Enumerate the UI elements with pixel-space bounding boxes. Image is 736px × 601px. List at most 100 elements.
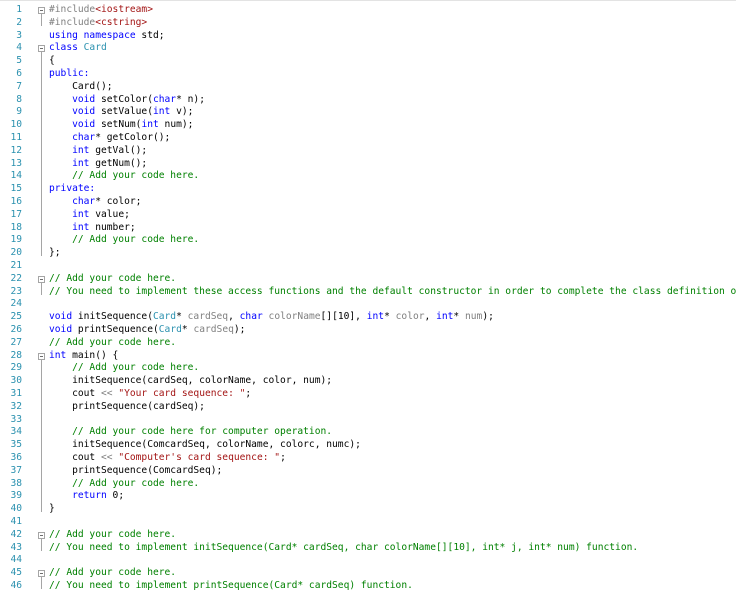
code-line[interactable]: 33: [0, 414, 736, 427]
code-line[interactable]: 15 private:: [0, 183, 736, 196]
code-line[interactable]: 30 initSequence(cardSeq, colorName, colo…: [0, 375, 736, 388]
collapse-icon[interactable]: [38, 7, 45, 14]
code-line[interactable]: 19 // Add your code here.: [0, 234, 736, 247]
line-number: 39: [10, 490, 22, 502]
code-token: // Add your code here.: [49, 234, 200, 246]
code-line[interactable]: 17 int value;: [0, 209, 736, 222]
code-text: printSequence(cardSeq);: [49, 401, 205, 414]
code-editor[interactable]: 1 #include<iostream> 2 #include<cstring> 3 us…: [0, 0, 736, 601]
code-line[interactable]: 36 cout << "Computer's card sequence: ";: [0, 452, 736, 465]
collapse-icon[interactable]: [38, 352, 45, 360]
code-token: ,: [424, 311, 437, 323]
code-line[interactable]: 12 int getVal();: [0, 145, 736, 158]
code-line[interactable]: 7 Card();: [0, 81, 736, 94]
code-text: return 0;: [49, 490, 124, 503]
collapse-icon[interactable]: [38, 531, 45, 539]
line-number: 36: [10, 452, 22, 463]
code-line[interactable]: 28 int main() {: [0, 350, 736, 363]
code-text: int main() {: [49, 350, 118, 363]
code-line[interactable]: 38 // Add your code here.: [0, 478, 736, 491]
code-text: // Add your code here.: [49, 567, 176, 580]
code-line[interactable]: 2 #include<cstring>: [0, 17, 736, 30]
code-token: char: [239, 311, 269, 323]
code-line[interactable]: 39 return 0;: [0, 490, 736, 503]
line-number: 15: [10, 183, 22, 195]
collapse-icon[interactable]: [38, 45, 45, 53]
code-token: v);: [176, 106, 194, 118]
code-line[interactable]: 24: [0, 298, 736, 311]
code-line[interactable]: 29 // Add your code here.: [0, 362, 736, 375]
code-line[interactable]: 3 using namespace std;: [0, 30, 736, 43]
code-token: printSequence(ComcardSeq);: [49, 464, 223, 476]
code-line[interactable]: 34 // Add your code here for computer op…: [0, 426, 736, 439]
line-number: 41: [10, 516, 22, 527]
code-text: #include<iostream>: [49, 4, 153, 17]
code-token: std;: [141, 29, 165, 41]
line-number: 33: [10, 413, 22, 425]
code-line[interactable]: 20};: [0, 247, 736, 260]
code-token: void: [49, 324, 78, 335]
code-line[interactable]: 8 void setColor(char* n);: [0, 94, 736, 107]
code-line[interactable]: 5{: [0, 55, 736, 68]
code-text: cout << "Your card sequence: ";: [49, 388, 251, 401]
code-line[interactable]: 46 // You need to implement printSequence…: [0, 580, 736, 593]
code-line[interactable]: 37 printSequence(ComcardSeq);: [0, 465, 736, 478]
code-line[interactable]: 23 // You need to implement these access …: [0, 286, 736, 299]
code-token: getNum();: [95, 157, 148, 169]
code-token: setNum(: [101, 119, 142, 131]
code-token: value;: [95, 208, 130, 220]
line-number: 44: [10, 554, 22, 566]
code-line[interactable]: 31 cout << "Your card sequence: ";: [0, 388, 736, 401]
code-token: Card: [158, 324, 182, 335]
code-line[interactable]: 10 void setNum(int num);: [0, 119, 736, 132]
code-text: // You need to implement these access fu…: [49, 286, 736, 299]
line-number: 20: [10, 247, 22, 259]
code-line[interactable]: 32 printSequence(cardSeq);: [0, 401, 736, 414]
code-line[interactable]: 40}: [0, 503, 736, 516]
code-line[interactable]: 35 initSequence(ComcardSeq, colorName, c…: [0, 439, 736, 452]
line-number: 25: [10, 311, 22, 323]
code-line[interactable]: 4 class Card: [0, 42, 736, 55]
line-number: 40: [10, 503, 22, 515]
code-line[interactable]: 45 // Add your code here.: [0, 567, 736, 580]
code-line[interactable]: 43 // You need to implement initSequence(…: [0, 542, 736, 555]
code-token: );: [482, 311, 494, 323]
code-line[interactable]: 16 char* color;: [0, 196, 736, 209]
code-line[interactable]: 26 void printSequence(Card* cardSeq);: [0, 324, 736, 337]
code-text: int getNum();: [49, 158, 147, 171]
code-token: int: [72, 144, 96, 156]
line-number: 27: [10, 336, 22, 348]
code-text: // Add your code here.: [49, 337, 176, 350]
code-token: colorName: [268, 311, 321, 323]
line-number: 43: [10, 541, 22, 553]
code-token: // Add your code here.: [49, 170, 200, 182]
collapse-icon[interactable]: [38, 570, 45, 578]
code-line[interactable]: 27 // Add your code here.: [0, 337, 736, 350]
code-token: <<: [100, 388, 113, 399]
code-line[interactable]: 22 // Add your code here.: [0, 273, 736, 286]
code-token: void: [72, 93, 101, 105]
code-token: "Your card sequence: ": [118, 388, 246, 399]
code-line[interactable]: 18 int number;: [0, 222, 736, 235]
code-token: color: [395, 311, 425, 323]
line-number: 5: [16, 55, 22, 67]
code-line[interactable]: 6 public:: [0, 68, 736, 81]
code-line[interactable]: 21: [0, 260, 736, 273]
code-line[interactable]: 1 #include<iostream>: [0, 4, 736, 17]
collapse-icon[interactable]: [38, 275, 45, 283]
line-number: 31: [10, 388, 22, 399]
line-number: 26: [10, 324, 22, 335]
code-line[interactable]: 14 // Add your code here.: [0, 170, 736, 183]
code-token: *: [453, 311, 465, 323]
code-line[interactable]: 41: [0, 516, 736, 529]
code-line[interactable]: 13 int getNum();: [0, 158, 736, 171]
code-token: char: [152, 93, 177, 105]
code-line[interactable]: 25 void initSequence(Card* cardSeq, char …: [0, 311, 736, 324]
code-line[interactable]: 42 // Add your code here.: [0, 529, 736, 542]
code-line[interactable]: 11 char* getColor();: [0, 132, 736, 145]
code-line[interactable]: 44: [0, 554, 736, 567]
code-line[interactable]: 9 void setValue(int v);: [0, 106, 736, 119]
code-text: void initSequence(Card* cardSeq, char co…: [49, 311, 494, 324]
